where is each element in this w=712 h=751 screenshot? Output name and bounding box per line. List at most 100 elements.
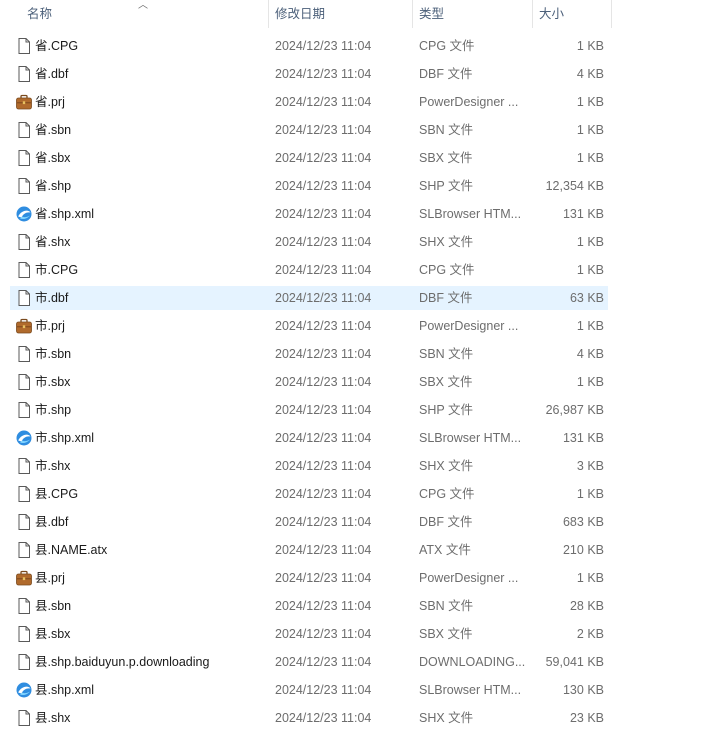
file-name: 市.sbn [35, 347, 72, 361]
file-size: 4 KB [576, 67, 604, 81]
file-icon [15, 485, 33, 503]
file-size: 23 KB [569, 711, 604, 725]
file-row[interactable]: 省.dbf 2024/12/23 11:04 DBF 文件 4 KB [10, 62, 608, 86]
file-icon [15, 177, 33, 195]
briefcase-icon [15, 317, 33, 335]
file-type: DBF 文件 [419, 67, 473, 81]
file-row[interactable]: 县.shp.xml 2024/12/23 11:04 SLBrowser HTM..… [10, 678, 608, 702]
file-row[interactable]: 省.shp.xml 2024/12/23 11:04 SLBrowser HTM..… [10, 202, 608, 226]
file-size: 1 KB [576, 319, 604, 333]
file-row[interactable]: 市.sbn 2024/12/23 11:04 SBN 文件 4 KB [10, 342, 608, 366]
browser-icon [15, 429, 33, 447]
briefcase-icon [15, 93, 33, 111]
file-date: 2024/12/23 11:04 [275, 67, 372, 81]
column-header-bar: 名称 ︿ 修改日期 类型 大小 [0, 0, 712, 28]
file-date: 2024/12/23 11:04 [275, 543, 372, 557]
file-icon [15, 289, 33, 307]
file-date: 2024/12/23 11:04 [275, 627, 372, 641]
file-type: SHX 文件 [419, 711, 474, 725]
column-divider[interactable] [412, 0, 413, 28]
file-icon [15, 457, 33, 475]
file-icon [15, 261, 33, 279]
file-name: 省.dbf [35, 67, 69, 81]
file-row[interactable]: 市.dbf 2024/12/23 11:04 DBF 文件 63 KB [10, 286, 608, 310]
file-row[interactable]: 市.shx 2024/12/23 11:04 SHX 文件 3 KB [10, 454, 608, 478]
file-row[interactable]: 省.sbn 2024/12/23 11:04 SBN 文件 1 KB [10, 118, 608, 142]
file-icon [15, 513, 33, 531]
file-date: 2024/12/23 11:04 [275, 319, 372, 333]
file-row[interactable]: 省.shp 2024/12/23 11:04 SHP 文件 12,354 KB [10, 174, 608, 198]
file-type: SHX 文件 [419, 459, 474, 473]
column-header-size[interactable]: 大小 [539, 0, 609, 28]
file-icon [15, 597, 33, 615]
file-name: 市.dbf [35, 291, 69, 305]
file-date: 2024/12/23 11:04 [275, 151, 372, 165]
file-size: 130 KB [562, 683, 604, 697]
file-date: 2024/12/23 11:04 [275, 39, 372, 53]
file-type: SBN 文件 [419, 599, 474, 613]
file-row[interactable]: 县.shx 2024/12/23 11:04 SHX 文件 23 KB [10, 706, 608, 730]
column-header-type[interactable]: 类型 [419, 0, 529, 28]
file-row[interactable]: 省.sbx 2024/12/23 11:04 SBX 文件 1 KB [10, 146, 608, 170]
file-name: 省.prj [35, 95, 65, 109]
file-size: 210 KB [562, 543, 604, 557]
file-type: DBF 文件 [419, 291, 473, 305]
file-type: CPG 文件 [419, 39, 475, 53]
file-row[interactable]: 市.CPG 2024/12/23 11:04 CPG 文件 1 KB [10, 258, 608, 282]
file-date: 2024/12/23 11:04 [275, 655, 372, 669]
file-row[interactable]: 市.shp 2024/12/23 11:04 SHP 文件 26,987 KB [10, 398, 608, 422]
file-name: 县.prj [35, 571, 65, 585]
file-row[interactable]: 县.NAME.atx 2024/12/23 11:04 ATX 文件 210 KB [10, 538, 608, 562]
file-date: 2024/12/23 11:04 [275, 683, 372, 697]
file-row[interactable]: 县.shp.baiduyun.p.downloading 2024/12/23 1… [10, 650, 608, 674]
file-type: PowerDesigner ... [419, 319, 519, 333]
file-row[interactable]: 市.prj 2024/12/23 11:04 PowerDesigner ... 1 … [10, 314, 608, 338]
column-header-date[interactable]: 修改日期 [275, 0, 411, 28]
file-type: DOWNLOADING... [419, 655, 526, 669]
file-date: 2024/12/23 11:04 [275, 95, 372, 109]
file-size: 2 KB [576, 627, 604, 641]
file-name: 县.CPG [35, 487, 79, 501]
file-type: SHP 文件 [419, 403, 473, 417]
file-date: 2024/12/23 11:04 [275, 515, 372, 529]
file-row[interactable]: 县.sbx 2024/12/23 11:04 SBX 文件 2 KB [10, 622, 608, 646]
file-row[interactable]: 县.sbn 2024/12/23 11:04 SBN 文件 28 KB [10, 594, 608, 618]
column-divider[interactable] [611, 0, 612, 28]
file-row[interactable]: 县.prj 2024/12/23 11:04 PowerDesigner ... 1 … [10, 566, 608, 590]
file-date: 2024/12/23 11:04 [275, 263, 372, 277]
file-type: PowerDesigner ... [419, 95, 519, 109]
column-divider[interactable] [532, 0, 533, 28]
file-date: 2024/12/23 11:04 [275, 123, 372, 137]
file-type: CPG 文件 [419, 487, 475, 501]
file-type: SBN 文件 [419, 347, 474, 361]
file-row[interactable]: 市.shp.xml 2024/12/23 11:04 SLBrowser HTM..… [10, 426, 608, 450]
file-type: SLBrowser HTM... [419, 431, 522, 445]
file-size: 1 KB [576, 571, 604, 585]
file-row[interactable]: 省.prj 2024/12/23 11:04 PowerDesigner ... 1 … [10, 90, 608, 114]
file-name: 县.shp.baiduyun.p.downloading [35, 655, 210, 669]
file-size: 1 KB [576, 235, 604, 249]
file-size: 59,041 KB [545, 655, 604, 669]
file-date: 2024/12/23 11:04 [275, 431, 372, 445]
file-name: 省.sbx [35, 151, 71, 165]
file-row[interactable]: 省.CPG 2024/12/23 11:04 CPG 文件 1 KB [10, 34, 608, 58]
file-type: SBX 文件 [419, 375, 473, 389]
file-name: 县.shp.xml [35, 683, 95, 697]
file-name: 县.sbx [35, 627, 71, 641]
file-name: 市.CPG [35, 263, 79, 277]
file-size: 28 KB [569, 599, 604, 613]
browser-icon [15, 681, 33, 699]
file-size: 683 KB [562, 515, 604, 529]
file-date: 2024/12/23 11:04 [275, 235, 372, 249]
file-size: 131 KB [562, 207, 604, 221]
file-icon [15, 401, 33, 419]
file-name: 省.shp [35, 179, 72, 193]
column-divider[interactable] [268, 0, 269, 28]
file-size: 1 KB [576, 487, 604, 501]
file-row[interactable]: 省.shx 2024/12/23 11:04 SHX 文件 1 KB [10, 230, 608, 254]
file-date: 2024/12/23 11:04 [275, 207, 372, 221]
file-row[interactable]: 县.CPG 2024/12/23 11:04 CPG 文件 1 KB [10, 482, 608, 506]
file-icon [15, 541, 33, 559]
file-row[interactable]: 市.sbx 2024/12/23 11:04 SBX 文件 1 KB [10, 370, 608, 394]
file-row[interactable]: 县.dbf 2024/12/23 11:04 DBF 文件 683 KB [10, 510, 608, 534]
